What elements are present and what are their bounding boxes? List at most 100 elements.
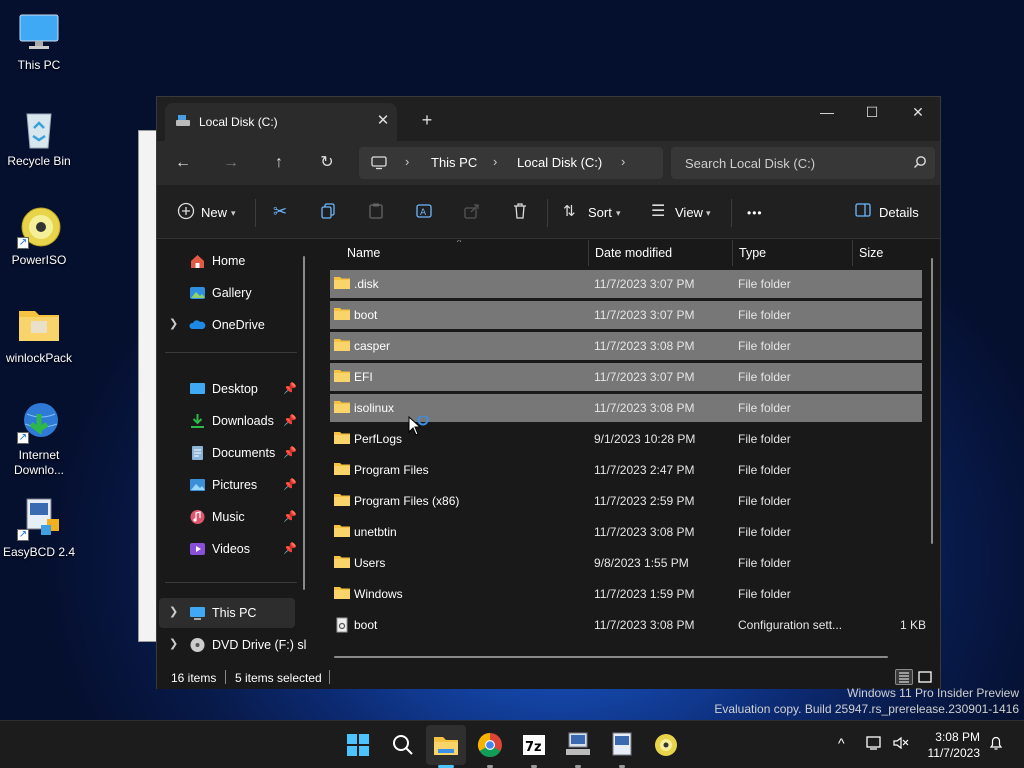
chevron-right-icon[interactable]: ❯ [169,605,178,618]
column-divider[interactable] [852,240,853,266]
start-windows-icon[interactable] [342,729,374,761]
details-view-icon[interactable] [895,669,913,685]
sidebar-item-label: Videos [212,542,250,556]
maximize-button[interactable]: ☐ [849,97,895,129]
file-explorer-icon[interactable] [430,729,462,761]
sidebar-item-desktop[interactable]: Desktop 📌 [159,374,297,404]
table-row[interactable]: EFI 11/7/2023 3:07 PM File folder [330,363,922,391]
back-arrow-icon[interactable]: ← [173,153,193,173]
view-button[interactable]: View [675,203,703,223]
table-row[interactable]: unetbtin 11/7/2023 3:08 PM File folder [330,518,922,546]
sidebar-item-onedrive[interactable]: ❯ OneDrive [159,310,295,340]
desktop-icon-internet-download[interactable]: ↗ Internet Downlo... [0,400,78,478]
sort-icon: ⇅ [563,203,576,220]
search-icon[interactable] [386,729,418,761]
new-tab-button[interactable]: + [417,111,437,131]
column-header-name[interactable]: Name [347,240,380,266]
pin-icon[interactable]: 📌 [283,446,297,459]
desktop-icon-easybcd[interactable]: ↗ EasyBCD 2.4 [0,497,78,560]
file-type: File folder [738,587,791,601]
breadcrumb[interactable]: › This PC › Local Disk (C:) › [359,147,663,179]
details-button[interactable]: Details [879,203,919,223]
more-options-button[interactable]: ••• [747,203,763,223]
system-tool-icon[interactable] [562,729,594,761]
divider [165,582,297,583]
search-input[interactable]: Search Local Disk (C:) [671,147,935,179]
selection-count: 5 items selected [235,671,322,685]
large-icons-view-icon[interactable] [917,669,933,685]
table-row[interactable]: Program Files 11/7/2023 2:47 PM File folde… [330,456,922,484]
volume-muted-icon[interactable] [892,735,910,754]
table-row[interactable]: casper 11/7/2023 3:08 PM File folder [330,332,922,360]
new-button[interactable]: New [201,203,227,223]
pin-icon[interactable]: 📌 [283,478,297,491]
delete-icon[interactable] [511,202,531,222]
pin-icon[interactable]: 📌 [283,510,297,523]
file-date: 11/7/2023 2:47 PM [594,463,695,477]
chevron-right-icon[interactable]: ❯ [169,317,178,330]
svg-text:7z: 7z [525,740,542,755]
copy-icon[interactable] [319,202,339,222]
navigation-scrollbar[interactable] [303,256,305,590]
network-icon[interactable] [866,735,884,754]
sidebar-item-gallery[interactable]: Gallery [159,278,295,308]
table-row[interactable]: Windows 11/7/2023 1:59 PM File folder [330,580,922,608]
table-row[interactable]: .disk 11/7/2023 3:07 PM File folder [330,270,922,298]
sidebar-item-home[interactable]: Home [159,246,295,276]
close-button[interactable]: ✕ [895,97,941,129]
share-icon[interactable] [463,202,483,222]
breadcrumb-local-disk[interactable]: Local Disk (C:) [517,155,602,170]
desktop-icon-poweriso[interactable]: ↗ PowerISO [0,205,78,268]
divider [225,670,226,684]
sidebar-item-label: Home [212,254,246,268]
monitor-icon [189,605,206,621]
file-list-scrollbar[interactable] [931,258,933,544]
sort-button[interactable]: Sort [588,203,612,223]
chrome-icon[interactable] [474,729,506,761]
table-row[interactable]: Users 9/8/2023 1:55 PM File folder [330,549,922,577]
forward-arrow-icon[interactable]: → [221,153,241,173]
disc-icon[interactable] [650,729,682,761]
pin-icon[interactable]: 📌 [283,542,297,555]
column-header-type[interactable]: Type [739,240,766,266]
cut-icon[interactable]: ✂ [273,202,293,222]
clock[interactable]: 3:08 PM 11/7/2023 [928,729,981,761]
sidebar-item-downloads[interactable]: Downloads 📌 [159,406,297,436]
sidebar-item-this-pc[interactable]: ❯ This PC [159,598,295,628]
horizontal-scrollbar[interactable] [334,656,888,658]
column-divider[interactable] [588,240,589,266]
pin-icon[interactable]: 📌 [283,414,297,427]
table-row[interactable]: Program Files (x86) 11/7/2023 2:59 PM File… [330,487,922,515]
minimize-button[interactable]: — [804,97,850,129]
column-divider[interactable] [732,240,733,266]
7zip-icon[interactable]: 7z [518,729,550,761]
breadcrumb-this-pc[interactable]: This PC [431,155,477,170]
tab-local-disk[interactable]: Local Disk (C:) ✕ [165,103,397,141]
file-type: Configuration sett... [738,618,843,632]
sidebar-item-dvd-drive[interactable]: ❯ DVD Drive (F:) sl [159,630,306,660]
notification-bell-icon[interactable] [988,735,1004,754]
taskbar: 7z ^ 3:08 PM 11/7/2023 [0,720,1024,768]
up-arrow-icon[interactable]: ↑ [269,153,289,173]
desktop-icon-winlockpack[interactable]: winlockPack [0,303,78,366]
file-name: boot [354,308,378,322]
sidebar-item-music[interactable]: Music 📌 [159,502,297,532]
easybcd-icon[interactable] [606,729,638,761]
sidebar-item-documents[interactable]: Documents 📌 [159,438,297,468]
sidebar-item-pictures[interactable]: Pictures 📌 [159,470,297,500]
tab-close-icon[interactable]: ✕ [373,111,393,131]
table-row[interactable]: boot 11/7/2023 3:08 PM Configuration sett.… [330,611,926,639]
column-header-date[interactable]: Date modified [595,240,672,266]
desktop-icon-this-pc[interactable]: This PC [0,10,78,73]
sidebar-item-videos[interactable]: Videos 📌 [159,534,297,564]
refresh-icon[interactable]: ↻ [317,153,337,173]
chevron-up-icon[interactable]: ^ [838,735,845,751]
desktop-icon-recycle-bin[interactable]: Recycle Bin [0,106,78,169]
chevron-right-icon[interactable]: ❯ [169,637,178,650]
pin-icon[interactable]: 📌 [283,382,297,395]
file-type: File folder [738,494,791,508]
rename-icon[interactable]: A [415,202,435,222]
paste-icon[interactable] [367,202,387,222]
column-header-size[interactable]: Size [859,240,883,266]
table-row[interactable]: boot 11/7/2023 3:07 PM File folder [330,301,922,329]
